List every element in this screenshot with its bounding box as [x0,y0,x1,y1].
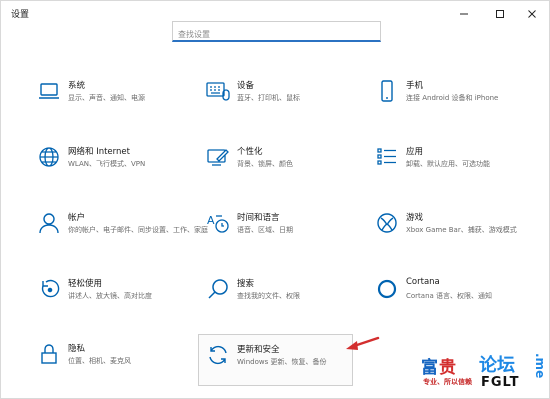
lock-icon [37,342,61,366]
search-icon [206,277,230,301]
tile-search[interactable]: 搜索 查找我的文件、权限 [206,277,376,327]
tile-privacy[interactable]: 隐私 位置、相机、麦克风 [37,342,207,392]
tile-description: 显示、声音、通知、电源 [68,94,145,102]
tile-title: 轻松使用 [68,279,103,289]
close-icon [528,10,536,18]
tile-phone[interactable]: 手机 连接 Android 设备和 iPhone [375,79,545,129]
tile-description: WLAN、飞行模式、VPN [68,160,146,168]
tile-title: 游戏 [406,213,424,223]
tile-title: 时间和语言 [237,213,280,223]
tile-description: Cortana 语言、权限、通知 [406,292,493,300]
tile-personalization[interactable]: 个性化 背景、锁屏、颜色 [206,145,376,195]
tile-title: 网络和 Internet [68,147,130,157]
svg-text:A: A [207,214,215,227]
pointer-arrow-icon [346,336,380,350]
tile-update-security[interactable]: 更新和安全 Windows 更新、恢复、备份 [198,334,353,386]
tile-description: 蓝牙、打印机、鼠标 [237,94,300,102]
globe-icon [37,145,61,169]
maximize-button[interactable] [483,1,517,27]
search-box[interactable] [172,21,381,44]
ease-of-access-icon [37,277,61,301]
tile-description: 你的帐户、电子邮件、同步设置、工作、家庭 [68,226,208,234]
paint-icon [206,145,230,169]
apps-icon [375,145,399,169]
settings-window: 设置 系统 显示、声音、通知、电源 设备 蓝牙、打印机、鼠标 手机 连接 A [0,0,550,399]
tile-cortana[interactable]: Cortana Cortana 语言、权限、通知 [375,277,545,327]
time-language-icon: A [206,211,230,235]
watermark-forum: 论坛 [479,355,515,376]
update-icon [206,343,230,367]
tile-devices[interactable]: 设备 蓝牙、打印机、鼠标 [206,79,376,129]
watermark-site: FGLT [481,375,520,390]
tile-description: 语音、区域、日期 [237,226,293,234]
tile-title: 手机 [406,81,424,91]
tile-description: Windows 更新、恢复、备份 [237,358,327,366]
tile-title: 隐私 [68,344,86,354]
tile-description: 卸载、默认应用、可选功能 [406,160,490,168]
tile-accounts[interactable]: 帐户 你的帐户、电子邮件、同步设置、工作、家庭 [37,211,208,261]
cortana-icon [375,277,399,301]
tile-title: 系统 [68,81,86,91]
person-icon [37,211,61,235]
tile-description: 背景、锁屏、颜色 [237,160,293,168]
tile-description: Xbox Game Bar、捕获、游戏模式 [406,226,517,234]
close-button[interactable] [515,1,549,27]
tile-description: 讲述人、放大镜、高对比度 [68,292,152,300]
tile-title: 更新和安全 [237,345,280,355]
maximize-icon [496,10,504,18]
tile-system[interactable]: 系统 显示、声音、通知、电源 [37,79,207,129]
window-title: 设置 [11,10,30,20]
xbox-icon [375,211,399,235]
minimize-button[interactable] [447,1,481,27]
minimize-icon [460,13,468,15]
phone-icon [375,79,399,103]
tile-title: 设备 [237,81,255,91]
search-input[interactable] [173,25,380,44]
tile-description: 查找我的文件、权限 [237,292,300,300]
forum-watermark: 富贵 论坛 专业、所以信赖 FGLT .me [421,353,549,399]
tile-title: 应用 [406,147,424,157]
tile-title: 个性化 [237,147,263,157]
tile-time-language[interactable]: A 时间和语言 语音、区域、日期 [206,211,376,261]
laptop-icon [37,79,61,103]
tile-network[interactable]: 网络和 Internet WLAN、飞行模式、VPN [37,145,207,195]
tile-title: Cortana [406,277,440,287]
keyboard-icon [206,79,230,103]
watermark-slogan: 专业、所以信赖 [423,378,472,386]
tile-title: 帐户 [68,213,86,223]
tile-apps[interactable]: 应用 卸载、默认应用、可选功能 [375,145,545,195]
tile-ease-of-access[interactable]: 轻松使用 讲述人、放大镜、高对比度 [37,277,207,327]
tile-title: 搜索 [237,279,255,289]
watermark-logo: 富贵 [421,358,457,378]
tile-description: 连接 Android 设备和 iPhone [406,94,499,102]
tile-gaming[interactable]: 游戏 Xbox Game Bar、捕获、游戏模式 [375,211,545,261]
watermark-suffix: .me [533,353,547,379]
tile-description: 位置、相机、麦克风 [68,357,131,365]
